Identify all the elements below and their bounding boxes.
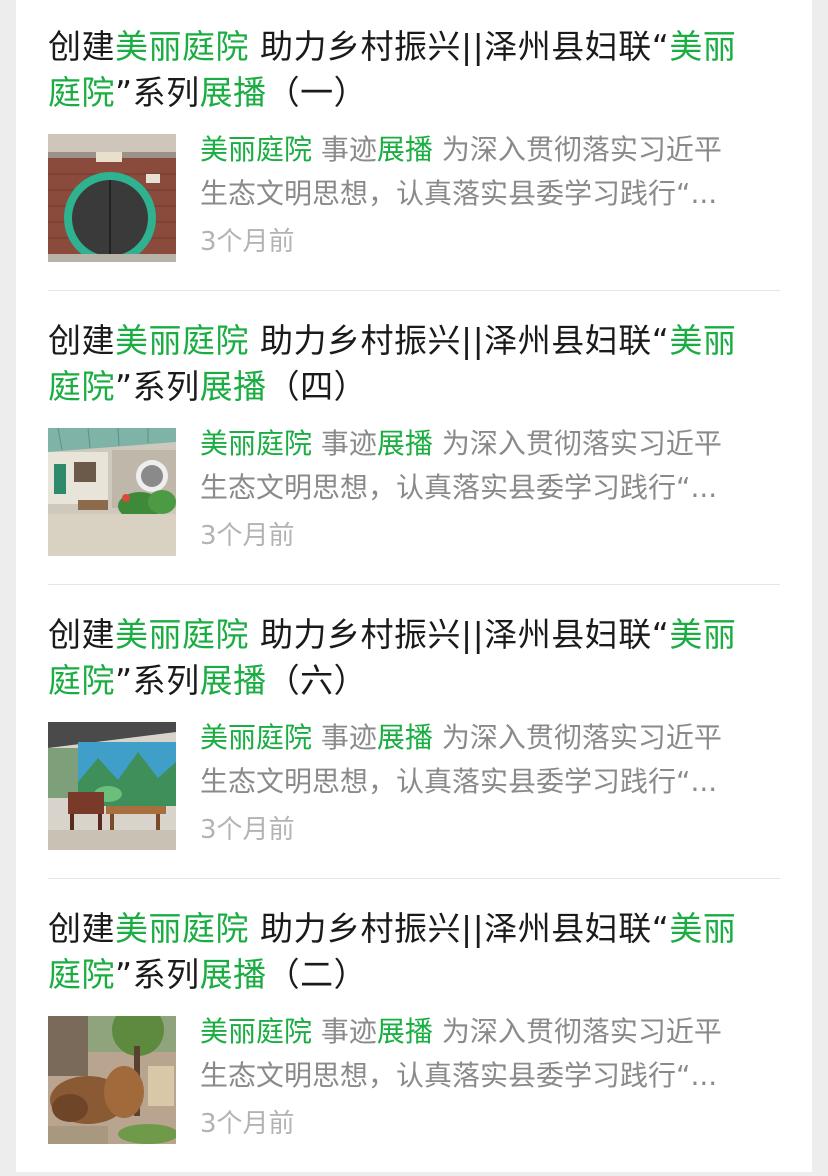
title-text: 助力乡村振兴||泽州县妇联“ bbox=[249, 27, 670, 66]
title-highlight: 展播 bbox=[199, 955, 267, 994]
courtyard-gate-photo[interactable] bbox=[48, 134, 176, 262]
title-text: 创建 bbox=[48, 321, 115, 360]
title-highlight: 美丽 bbox=[669, 321, 737, 360]
title-text: ”系列 bbox=[115, 367, 200, 406]
summary-highlight: 美丽庭院 bbox=[200, 1015, 313, 1048]
summary-highlight: 美丽庭院 bbox=[200, 427, 313, 460]
title-text: ”系列 bbox=[115, 661, 200, 700]
summary-highlight: 展播 bbox=[376, 721, 433, 754]
publish-time: 3个月前 bbox=[200, 521, 295, 551]
divider bbox=[48, 584, 780, 585]
article-title[interactable]: 创建美丽庭院 助力乡村振兴||泽州县妇联“美丽 庭院”系列展播（二） bbox=[48, 906, 768, 998]
summary-text: 事迹 bbox=[312, 133, 377, 166]
article-item[interactable]: 创建美丽庭院 助力乡村振兴||泽州县妇联“美丽 庭院”系列展播（二） 美丽庭院 事… bbox=[48, 882, 780, 1176]
summary-text: 生态文明思想，认真落实县委学习践行“... bbox=[200, 177, 718, 210]
article-item[interactable]: 创建美丽庭院 助力乡村振兴||泽州县妇联“美丽 庭院”系列展播（一） 美丽庭院 … bbox=[48, 0, 780, 294]
title-highlight: 庭院 bbox=[48, 73, 115, 112]
summary-highlight: 展播 bbox=[376, 133, 433, 166]
courtyard-plants-photo[interactable] bbox=[48, 428, 176, 556]
summary-text: 事迹 bbox=[312, 721, 377, 754]
divider bbox=[48, 878, 780, 879]
publish-time: 3个月前 bbox=[200, 227, 295, 257]
title-text: 助力乡村振兴||泽州县妇联“ bbox=[249, 615, 670, 654]
title-highlight: 美丽 bbox=[669, 909, 737, 948]
summary-text: 为深入贯彻落实习近平 bbox=[432, 427, 722, 460]
summary-text: 生态文明思想，认真落实县委学习践行“... bbox=[200, 471, 718, 504]
summary-text: 事迹 bbox=[312, 427, 377, 460]
summary-text: 为深入贯彻落实习近平 bbox=[432, 1015, 722, 1048]
article-title[interactable]: 创建美丽庭院 助力乡村振兴||泽州县妇联“美丽 庭院”系列展播（四） bbox=[48, 318, 768, 410]
title-highlight: 美丽 bbox=[669, 615, 737, 654]
title-text: ”系列 bbox=[115, 955, 200, 994]
summary-highlight: 展播 bbox=[376, 1015, 433, 1048]
article-summary: 美丽庭院 事迹展播 为深入贯彻落实习近平 生态文明思想，认真落实县委学习践行“.… bbox=[200, 716, 780, 804]
title-highlight: 展播 bbox=[199, 73, 267, 112]
courtyard-mural-photo[interactable] bbox=[48, 722, 176, 850]
divider bbox=[48, 290, 780, 291]
article-summary: 美丽庭院 事迹展播 为深入贯彻落实习近平 生态文明思想，认真落实县委学习践行“.… bbox=[200, 1010, 780, 1098]
publish-time: 3个月前 bbox=[200, 815, 295, 845]
title-text: （四） bbox=[266, 367, 368, 406]
title-highlight: 庭院 bbox=[48, 661, 115, 700]
title-text: （一） bbox=[266, 73, 368, 112]
summary-highlight: 展播 bbox=[376, 427, 433, 460]
title-highlight: 庭院 bbox=[48, 367, 115, 406]
courtyard-tree-photo[interactable] bbox=[48, 1016, 176, 1144]
title-highlight: 美丽庭院 bbox=[115, 27, 249, 66]
summary-text: 生态文明思想，认真落实县委学习践行“... bbox=[200, 765, 718, 798]
title-highlight: 美丽庭院 bbox=[115, 321, 249, 360]
title-text: （二） bbox=[266, 955, 368, 994]
title-text: 助力乡村振兴||泽州县妇联“ bbox=[249, 321, 670, 360]
title-highlight: 美丽 bbox=[669, 27, 737, 66]
title-text: 创建 bbox=[48, 615, 115, 654]
summary-text: 生态文明思想，认真落实县委学习践行“... bbox=[200, 1059, 718, 1092]
article-item[interactable]: 创建美丽庭院 助力乡村振兴||泽州县妇联“美丽 庭院”系列展播（四） 美丽庭院 … bbox=[48, 294, 780, 588]
title-highlight: 美丽庭院 bbox=[115, 909, 249, 948]
article-summary: 美丽庭院 事迹展播 为深入贯彻落实习近平 生态文明思想，认真落实县委学习践行“.… bbox=[200, 128, 780, 216]
title-text: 创建 bbox=[48, 27, 115, 66]
article-title[interactable]: 创建美丽庭院 助力乡村振兴||泽州县妇联“美丽 庭院”系列展播（六） bbox=[48, 612, 768, 704]
summary-text: 事迹 bbox=[312, 1015, 377, 1048]
summary-text: 为深入贯彻落实习近平 bbox=[432, 133, 722, 166]
publish-time: 3个月前 bbox=[200, 1109, 295, 1139]
title-highlight: 展播 bbox=[199, 661, 267, 700]
title-highlight: 美丽庭院 bbox=[115, 615, 249, 654]
summary-highlight: 美丽庭院 bbox=[200, 721, 313, 754]
summary-text: 为深入贯彻落实习近平 bbox=[432, 721, 722, 754]
title-text: ”系列 bbox=[115, 73, 200, 112]
article-list: 创建美丽庭院 助力乡村振兴||泽州县妇联“美丽 庭院”系列展播（一） 美丽庭院 … bbox=[16, 0, 812, 1172]
title-highlight: 庭院 bbox=[48, 955, 115, 994]
article-item[interactable]: 创建美丽庭院 助力乡村振兴||泽州县妇联“美丽 庭院”系列展播（六） 美丽庭院 事… bbox=[48, 588, 780, 882]
article-title[interactable]: 创建美丽庭院 助力乡村振兴||泽州县妇联“美丽 庭院”系列展播（一） bbox=[48, 24, 768, 116]
title-highlight: 展播 bbox=[199, 367, 267, 406]
article-summary: 美丽庭院 事迹展播 为深入贯彻落实习近平 生态文明思想，认真落实县委学习践行“.… bbox=[200, 422, 780, 510]
title-text: （六） bbox=[266, 661, 368, 700]
title-text: 创建 bbox=[48, 909, 115, 948]
summary-highlight: 美丽庭院 bbox=[200, 133, 313, 166]
title-text: 助力乡村振兴||泽州县妇联“ bbox=[249, 909, 670, 948]
